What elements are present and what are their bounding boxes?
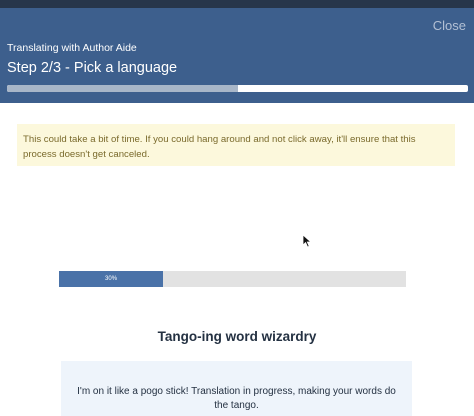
warning-notice-text: This could take a bit of time. If you co… (23, 134, 416, 160)
section-heading: Tango-ing word wizardry (157, 329, 317, 344)
translation-progress-bar: 30% (59, 271, 406, 287)
close-button[interactable]: Close (433, 18, 466, 33)
modal-title: Step 2/3 - Pick a language (7, 60, 178, 76)
mouse-cursor-icon (302, 234, 312, 248)
status-message-box: I'm on it like a pogo stick! Translation… (61, 361, 412, 416)
step-progress-bar (7, 85, 468, 92)
modal-subtitle: Translating with Author Aide (7, 42, 137, 54)
top-strip (0, 0, 474, 8)
warning-notice: This could take a bit of time. If you co… (17, 124, 455, 166)
step-progress-fill (7, 85, 238, 92)
modal-header: Close Translating with Author Aide Step … (0, 8, 474, 103)
status-message-text: I'm on it like a pogo stick! Translation… (77, 386, 396, 411)
translation-progress-label: 30% (105, 276, 118, 282)
